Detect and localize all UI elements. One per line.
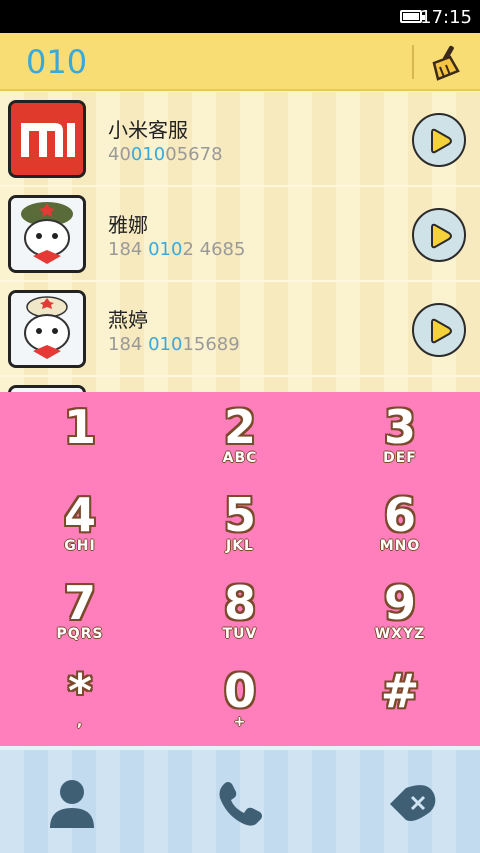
play-heart-icon bbox=[431, 128, 452, 154]
broom-icon[interactable] bbox=[428, 43, 464, 81]
dial-keypad: 1 2 ABC 3 DEF 4 GHI 5 JKL 6 MNO 7 PQRS 8 TUV 9W… bbox=[0, 392, 480, 746]
call-button[interactable] bbox=[412, 303, 466, 357]
list-item[interactable]: 雅娜 184 0102 4685 bbox=[0, 187, 480, 282]
key-9[interactable]: 9 WXYZ bbox=[320, 568, 480, 656]
person-icon bbox=[50, 780, 94, 828]
call-button[interactable] bbox=[412, 208, 466, 262]
avatar bbox=[8, 195, 86, 273]
play-heart-icon bbox=[431, 223, 452, 249]
key-8[interactable]: 8 TUV bbox=[160, 568, 320, 656]
dialed-number: 010 bbox=[26, 43, 88, 81]
avatar bbox=[8, 290, 86, 368]
key-1[interactable]: 1 bbox=[0, 392, 160, 480]
key-3[interactable]: 3 DEF bbox=[320, 392, 480, 480]
key-0[interactable]: 0 + bbox=[160, 656, 320, 744]
contact-name: 小米客服 bbox=[108, 118, 188, 142]
avatar bbox=[8, 385, 86, 392]
key-6[interactable]: 6 MNO bbox=[320, 480, 480, 568]
contact-phone: 184 01015689 bbox=[108, 334, 240, 355]
key-7[interactable]: 7 PQRS bbox=[0, 568, 160, 656]
contact-list[interactable]: 小米客服 4001005678 雅娜 184 0102 4685 燕婷 184 … bbox=[0, 92, 480, 392]
key-4[interactable]: 4 GHI bbox=[0, 480, 160, 568]
contact-phone: 4001005678 bbox=[108, 144, 223, 165]
key-star[interactable]: *, bbox=[0, 656, 160, 744]
contact-name: 燕婷 bbox=[108, 308, 148, 332]
play-heart-icon bbox=[431, 318, 452, 344]
contact-name: 雅娜 bbox=[108, 213, 148, 237]
call-dial-button[interactable] bbox=[210, 774, 270, 834]
key-5[interactable]: 5 JKL bbox=[160, 480, 320, 568]
contacts-button[interactable] bbox=[42, 774, 102, 834]
key-hash[interactable]: # bbox=[320, 656, 480, 744]
delete-button[interactable] bbox=[384, 774, 444, 834]
call-button[interactable] bbox=[412, 113, 466, 167]
status-time: 17:15 bbox=[420, 7, 472, 28]
list-item[interactable]: 燕婷 184 01015689 bbox=[0, 282, 480, 377]
heart-delete-icon bbox=[390, 785, 436, 821]
avatar bbox=[8, 100, 86, 178]
list-item[interactable]: 小米客服 4001005678 bbox=[0, 92, 480, 187]
bottom-action-bar bbox=[0, 746, 480, 853]
key-2[interactable]: 2 ABC bbox=[160, 392, 320, 480]
list-item[interactable]: 子玲 bbox=[0, 377, 480, 392]
divider bbox=[412, 45, 414, 79]
status-bar: 17:15 bbox=[0, 0, 480, 33]
battery-icon bbox=[400, 10, 425, 23]
contact-phone: 184 0102 4685 bbox=[108, 239, 246, 260]
phone-icon bbox=[219, 782, 262, 826]
dial-input-bar: 010 bbox=[0, 33, 480, 91]
